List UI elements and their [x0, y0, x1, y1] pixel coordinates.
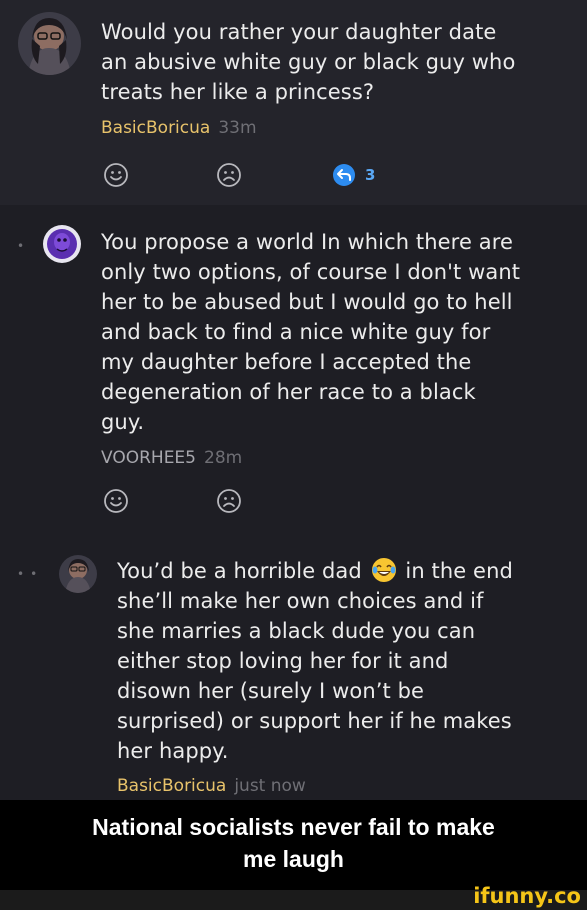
reply-icon[interactable] [333, 164, 355, 186]
meme-caption: National socialists never fail to make m… [0, 811, 587, 875]
text-line: You’d be a horrible dad in the end [117, 556, 513, 586]
smile-icon[interactable] [103, 162, 129, 188]
text-line: only two options, of course I don't want [101, 260, 521, 284]
text-line: surprised) or support her if he makes [117, 709, 512, 733]
thread-indent-dots: •• [17, 567, 44, 581]
text-line: she marries a black dude you can [117, 619, 476, 643]
text-line: her to be abused but I would go to hell [101, 290, 513, 314]
reply-count[interactable]: 3 [365, 166, 375, 184]
comment-text: Would you rather your daughter date an a… [101, 17, 515, 107]
text-line: my daughter before I accepted the [101, 350, 472, 374]
comment-meta: BasicBoricua just now [117, 776, 306, 796]
comment-meta: VOORHEE5 28m [101, 448, 242, 468]
author-name[interactable]: BasicBoricua [117, 776, 226, 796]
text-line: treats her like a princess? [101, 80, 375, 104]
text-fragment: You’d be a horrible dad [117, 559, 362, 583]
author-name[interactable]: BasicBoricua [101, 118, 210, 138]
timestamp: just now [234, 776, 306, 796]
text-line: her happy. [117, 739, 229, 763]
text-line: an abusive white guy or black guy who [101, 50, 516, 74]
timestamp: 28m [204, 448, 243, 468]
text-line: either stop loving her for it and [117, 649, 449, 673]
thread-indent-dots: • [17, 239, 31, 253]
laughing-emoji-icon [371, 558, 396, 582]
frown-icon[interactable] [216, 162, 242, 188]
comment-text: You’d be a horrible dad in the end she’l… [117, 556, 513, 766]
text-line: guy. [101, 410, 145, 434]
text-line: Would you rather your daughter date [101, 20, 497, 44]
comment-2: • You propose a world In which there are… [0, 205, 587, 525]
text-line: You propose a world In which there are [101, 230, 513, 254]
avatar[interactable] [18, 12, 81, 75]
frown-icon[interactable] [216, 488, 242, 514]
text-line: degeneration of her race to a black [101, 380, 476, 404]
comment-3: •• You’d be a horrible dad in the end sh… [0, 525, 587, 800]
comment-text: You propose a world In which there are o… [101, 227, 520, 437]
text-line: she’ll make her own choices and if [117, 589, 484, 613]
caption-line: National socialists never fail to make [92, 814, 495, 840]
caption-line: me laugh [243, 846, 344, 872]
avatar[interactable] [59, 555, 97, 593]
text-fragment: in the end [405, 559, 513, 583]
author-name[interactable]: VOORHEE5 [101, 448, 196, 468]
ifunny-watermark: ifunny.co [473, 884, 581, 908]
text-line: disown her (surely I won’t be [117, 679, 425, 703]
smile-icon[interactable] [103, 488, 129, 514]
avatar[interactable] [43, 225, 81, 263]
timestamp: 33m [218, 118, 257, 138]
comment-1: Would you rather your daughter date an a… [0, 0, 587, 205]
text-line: and back to find a nice white guy for [101, 320, 491, 344]
comment-meta: BasicBoricua 33m [101, 118, 257, 138]
